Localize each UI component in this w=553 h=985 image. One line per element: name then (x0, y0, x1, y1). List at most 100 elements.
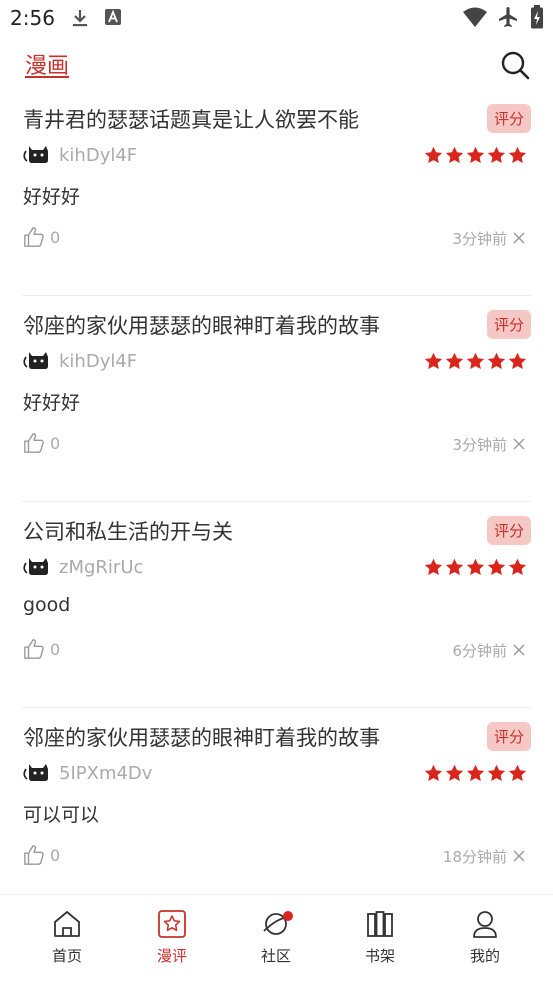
cat-avatar-icon (22, 347, 54, 375)
star-icon (466, 146, 485, 164)
star-rating (422, 352, 527, 370)
star-icon (466, 352, 485, 370)
nav-label: 漫评 (156, 947, 187, 965)
star-icon (424, 146, 443, 164)
close-icon[interactable] (513, 230, 525, 248)
thumbs-up-icon (24, 227, 44, 247)
username: kihDyl4F (59, 350, 138, 372)
username: zMgRirUc (59, 556, 144, 578)
like-count: 0 (50, 845, 61, 865)
review-meta: 18分钟前 (443, 846, 525, 867)
nav-community[interactable]: 社区 (241, 909, 311, 966)
rating-badge: 评分 (486, 516, 531, 545)
star-icon (508, 352, 527, 370)
review-card[interactable]: 邻座的家伙用瑟瑟的眼神盯着我的故事 评分 5IPXm4Dv 可以可以 0 18分… (0, 708, 553, 914)
star-icon (487, 146, 506, 164)
star-icon (487, 558, 506, 576)
star-icon (445, 352, 464, 370)
review-time: 3分钟前 (452, 230, 507, 248)
star-icon (445, 558, 464, 576)
star-rating (422, 558, 527, 576)
star-icon (508, 558, 527, 576)
review-title[interactable]: 邻座的家伙用瑟瑟的眼神盯着我的故事 (23, 310, 380, 340)
username: 5IPXm4Dv (59, 762, 153, 784)
nav-label: 社区 (260, 947, 291, 965)
rating-badge: 评分 (486, 104, 531, 133)
review-time: 6分钟前 (452, 642, 507, 660)
review-card[interactable]: 青井君的瑟瑟话题真是让人欲罢不能 评分 kihDyl4F 好好好 0 3分钟前 (0, 90, 553, 296)
review-title[interactable]: 公司和私生活的开与关 (23, 516, 233, 546)
star-icon (424, 764, 443, 782)
thumbs-up-icon (24, 845, 44, 865)
nav-reviews[interactable]: 漫评 (137, 909, 207, 966)
tab-active-indicator (25, 76, 69, 78)
nav-label: 我的 (469, 947, 500, 965)
cat-avatar-icon (22, 553, 54, 581)
status-bar: 2:56 (0, 0, 553, 36)
like-button[interactable]: 0 (23, 638, 60, 660)
like-button[interactable]: 0 (23, 226, 60, 248)
cat-avatar-icon (22, 141, 54, 169)
wifi-icon (462, 6, 488, 32)
notification-dot (283, 911, 293, 921)
star-icon (424, 352, 443, 370)
close-icon[interactable] (513, 436, 525, 454)
star-rating (422, 146, 527, 164)
star-icon (466, 764, 485, 782)
nav-home[interactable]: 首页 (32, 909, 102, 966)
star-icon (445, 146, 464, 164)
download-icon (70, 8, 90, 32)
like-count: 0 (50, 639, 61, 659)
nav-label: 首页 (51, 947, 82, 965)
rating-badge: 评分 (486, 310, 531, 339)
like-count: 0 (50, 433, 61, 453)
top-header: 漫画 (0, 40, 553, 90)
star-icon (466, 558, 485, 576)
thumbs-up-icon (24, 433, 44, 453)
airplane-icon (496, 5, 520, 33)
star-rating (422, 764, 527, 782)
review-user[interactable]: zMgRirUc (22, 554, 143, 580)
review-user[interactable]: 5IPXm4Dv (22, 760, 152, 786)
review-content: 可以可以 (23, 804, 100, 826)
review-content: 好好好 (23, 186, 81, 208)
nav-bookshelf[interactable]: 书架 (345, 909, 415, 966)
search-icon[interactable] (500, 50, 530, 84)
like-button[interactable]: 0 (23, 844, 60, 866)
status-time: 2:56 (10, 6, 55, 30)
close-icon[interactable] (513, 848, 525, 866)
review-user[interactable]: kihDyl4F (22, 348, 137, 374)
thumbs-up-icon (24, 639, 44, 659)
review-user[interactable]: kihDyl4F (22, 142, 137, 168)
star-icon (487, 764, 506, 782)
star-icon (487, 352, 506, 370)
review-title[interactable]: 邻座的家伙用瑟瑟的眼神盯着我的故事 (23, 722, 380, 752)
close-icon[interactable] (513, 642, 525, 660)
review-meta: 3分钟前 (452, 228, 525, 249)
like-button[interactable]: 0 (23, 432, 60, 454)
star-icon (424, 558, 443, 576)
like-count: 0 (50, 227, 61, 247)
battery-icon (530, 5, 544, 33)
review-card[interactable]: 邻座的家伙用瑟瑟的眼神盯着我的故事 评分 kihDyl4F 好好好 0 3分钟前 (0, 296, 553, 502)
review-time: 18分钟前 (442, 848, 507, 866)
star-icon (508, 764, 527, 782)
nav-profile[interactable]: 我的 (450, 909, 520, 966)
cat-avatar-icon (22, 759, 54, 787)
a-icon (104, 8, 122, 30)
profile-icon (473, 911, 497, 938)
star-icon (508, 146, 527, 164)
review-feed: 青井君的瑟瑟话题真是让人欲罢不能 评分 kihDyl4F 好好好 0 3分钟前 … (0, 90, 553, 914)
username: kihDyl4F (59, 144, 138, 166)
bookshelf-icon (367, 911, 393, 937)
review-content: good (23, 594, 71, 616)
home-icon (54, 911, 80, 937)
review-star-icon (158, 910, 186, 938)
review-card[interactable]: 公司和私生活的开与关 评分 zMgRirUc good 0 6分钟前 (0, 502, 553, 708)
review-meta: 6分钟前 (452, 640, 525, 661)
review-meta: 3分钟前 (452, 434, 525, 455)
nav-label: 书架 (364, 947, 395, 965)
review-title[interactable]: 青井君的瑟瑟话题真是让人欲罢不能 (23, 104, 359, 134)
review-time: 3分钟前 (452, 436, 507, 454)
star-icon (445, 764, 464, 782)
